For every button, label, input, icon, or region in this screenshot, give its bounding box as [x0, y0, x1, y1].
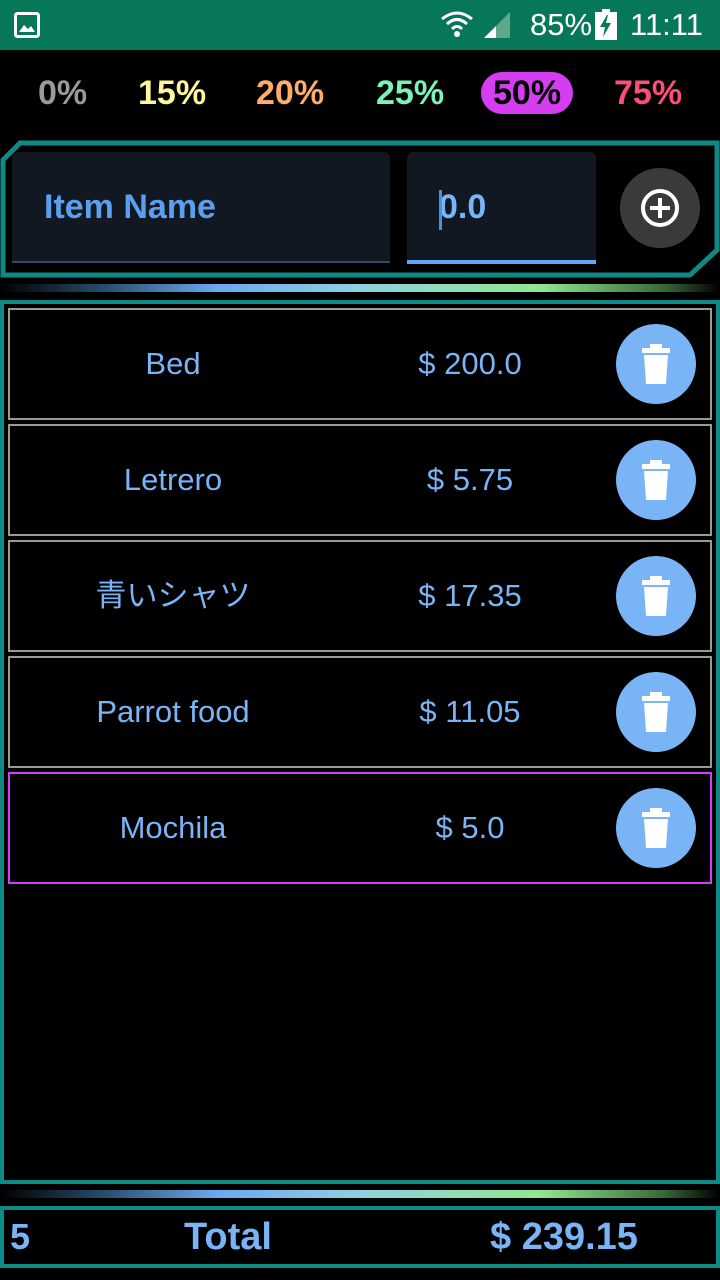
tip-option-20[interactable]: 20% [242, 72, 338, 114]
list-item: Letrero $ 5.75 [8, 424, 712, 536]
item-name: Parrot food [96, 694, 250, 729]
total-label: Total [184, 1216, 272, 1258]
list-item: Parrot food $ 11.05 [8, 656, 712, 768]
trash-icon [642, 692, 670, 732]
delete-button[interactable] [616, 324, 696, 404]
list-item: 青いシャツ $ 17.35 [8, 540, 712, 652]
item-name: Letrero [123, 462, 223, 497]
tip-option-25[interactable]: 25% [362, 72, 458, 114]
divider-bottom [0, 1190, 720, 1198]
item-name: 青いシャツ [95, 578, 251, 613]
battery-charging-icon [595, 9, 617, 40]
tip-option-15[interactable]: 15% [124, 72, 220, 114]
trash-icon [642, 344, 670, 384]
trash-icon [642, 808, 670, 848]
total-value: $ 239.15 [490, 1216, 638, 1258]
trash-icon [642, 460, 670, 500]
item-count: 5 [10, 1216, 31, 1257]
tip-option-50[interactable]: 50% [481, 72, 574, 114]
tip-selector: 0% 15% 20% 25% 50% 75% [0, 70, 720, 120]
plus-circle-icon [641, 189, 679, 227]
battery-percent: 85% [530, 7, 593, 42]
signal-icon [484, 12, 510, 38]
wifi-icon [441, 11, 473, 37]
list-item: Bed $ 200.0 [8, 308, 712, 420]
clock: 11:11 [630, 7, 703, 42]
trash-icon [642, 576, 670, 616]
delete-button[interactable] [616, 556, 696, 636]
item-price: $ 5.0 [435, 810, 505, 845]
status-bar: 85% 11:11 [0, 0, 720, 50]
item-name-placeholder: Item Name [44, 188, 216, 226]
text-caret [439, 190, 442, 230]
delete-button[interactable] [616, 672, 696, 752]
list-item: Mochila $ 5.0 [8, 772, 712, 884]
tip-option-0[interactable]: 0% [24, 72, 101, 114]
item-name: Mochila [119, 810, 227, 845]
item-price: $ 17.35 [418, 578, 522, 613]
item-name: Bed [145, 346, 201, 381]
add-item-button[interactable] [620, 168, 700, 248]
item-price: $ 11.05 [419, 694, 521, 729]
delete-button[interactable] [616, 440, 696, 520]
item-price: $ 200.0 [418, 346, 522, 381]
item-name-field[interactable]: Item Name [12, 152, 390, 263]
item-price: $ 5.75 [426, 462, 514, 497]
total-bar: 5 Total $ 239.15 [0, 1206, 720, 1268]
delete-button[interactable] [616, 788, 696, 868]
gallery-icon [14, 12, 40, 38]
price-field[interactable]: 0.0 [407, 152, 596, 264]
price-value: 0.0 [439, 188, 487, 226]
divider-top [0, 284, 720, 292]
tip-option-75[interactable]: 75% [600, 72, 696, 114]
